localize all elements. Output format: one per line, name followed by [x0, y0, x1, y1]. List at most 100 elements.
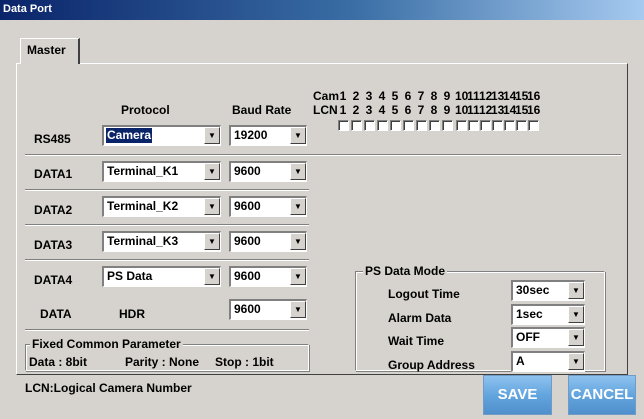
data1-label: DATA1 [34, 167, 73, 181]
ps-data-mode-title: PS Data Mode [363, 264, 448, 278]
data1-protocol-value: Terminal_K1 [107, 164, 179, 178]
cam-number: 14 [503, 89, 517, 103]
group-address-select[interactable]: A ▼ [511, 351, 585, 372]
group-address-value: A [516, 354, 525, 368]
lcn-checkbox[interactable] [442, 120, 453, 131]
chevron-down-icon[interactable]: ▼ [204, 233, 220, 250]
data4-baud-select[interactable]: 9600 ▼ [229, 266, 307, 287]
cam-number: 12 [479, 89, 493, 103]
lcn-checkbox[interactable] [364, 120, 375, 131]
hdr-baud-select[interactable]: 9600 ▼ [229, 299, 307, 320]
chevron-down-icon[interactable]: ▼ [290, 233, 306, 250]
lcn-number: 9 [443, 103, 451, 117]
save-button[interactable]: SAVE [483, 375, 552, 415]
chevron-down-icon[interactable]: ▼ [204, 268, 220, 285]
cancel-button[interactable]: CANCEL [568, 375, 636, 415]
data4-protocol-select[interactable]: PS Data ▼ [102, 266, 221, 287]
data2-label: DATA2 [34, 203, 73, 217]
data2-baud-select[interactable]: 9600 ▼ [229, 196, 307, 217]
rs485-baud-value: 19200 [234, 128, 268, 142]
data1-baud-value: 9600 [234, 164, 261, 178]
cam-number: 8 [430, 89, 438, 103]
data3-baud-select[interactable]: 9600 ▼ [229, 231, 307, 252]
window-title: Data Port [0, 0, 644, 20]
lcn-checkbox[interactable] [403, 120, 414, 131]
alarm-data-value: 1sec [516, 307, 543, 321]
lcn-checkbox[interactable] [468, 120, 479, 131]
chevron-down-icon[interactable]: ▼ [204, 127, 220, 144]
master-panel: Protocol Baud Rate Cam LCN RS485 Camera … [16, 63, 628, 375]
data2-protocol-value: Terminal_K2 [107, 199, 179, 213]
hdr-sublabel: HDR [119, 307, 145, 321]
baud-rate-header: Baud Rate [232, 103, 292, 117]
data3-protocol-select[interactable]: Terminal_K3 ▼ [102, 231, 221, 252]
chevron-down-icon[interactable]: ▼ [290, 301, 306, 318]
chevron-down-icon[interactable]: ▼ [204, 163, 220, 180]
lcn-checkbox[interactable] [377, 120, 388, 131]
lcn-number: 16 [527, 103, 541, 117]
chevron-down-icon[interactable]: ▼ [290, 163, 306, 180]
lcn-checkbox[interactable] [416, 120, 427, 131]
logout-time-label: Logout Time [388, 287, 460, 301]
data3-label: DATA3 [34, 238, 73, 252]
chevron-down-icon[interactable]: ▼ [290, 198, 306, 215]
lcn-checkbox[interactable] [456, 120, 467, 131]
lcn-checkbox[interactable] [429, 120, 440, 131]
data1-baud-select[interactable]: 9600 ▼ [229, 161, 307, 182]
lcn-checkbox[interactable] [338, 120, 349, 131]
fixed-stop-bits: Stop : 1bit [215, 355, 274, 369]
data4-label: DATA4 [34, 273, 73, 287]
cam-number: 9 [443, 89, 451, 103]
lcn-checkbox[interactable] [351, 120, 362, 131]
lcn-checkbox[interactable] [516, 120, 527, 131]
cam-number: 11 [467, 89, 480, 103]
cam-number: 15 [515, 89, 529, 103]
lcn-checkbox[interactable] [528, 120, 539, 131]
logout-time-value: 30sec [516, 283, 550, 297]
separator [25, 224, 309, 226]
lcn-number: 2 [352, 103, 360, 117]
rs485-baud-select[interactable]: 19200 ▼ [229, 125, 307, 146]
chevron-down-icon[interactable]: ▼ [568, 282, 584, 299]
lcn-checkbox[interactable] [504, 120, 515, 131]
chevron-down-icon[interactable]: ▼ [290, 268, 306, 285]
data1-protocol-select[interactable]: Terminal_K1 ▼ [102, 161, 221, 182]
rs485-protocol-value: Camera [106, 128, 153, 143]
wait-time-select[interactable]: OFF ▼ [511, 327, 585, 348]
data-hdr-label: DATA [40, 307, 72, 321]
separator [25, 259, 309, 261]
lcn-header: LCN [313, 103, 338, 117]
chevron-down-icon[interactable]: ▼ [290, 127, 306, 144]
data2-protocol-select[interactable]: Terminal_K2 ▼ [102, 196, 221, 217]
rs485-label: RS485 [34, 132, 71, 146]
alarm-data-select[interactable]: 1sec ▼ [511, 304, 585, 325]
lcn-number: 5 [391, 103, 399, 117]
cam-number: 4 [378, 89, 386, 103]
cam-number: 16 [527, 89, 541, 103]
lcn-checkbox[interactable] [480, 120, 491, 131]
cam-number: 1 [339, 89, 347, 103]
rs485-protocol-select[interactable]: Camera ▼ [102, 125, 221, 146]
cam-number: 13 [491, 89, 505, 103]
lcn-number: 4 [378, 103, 386, 117]
chevron-down-icon[interactable]: ▼ [568, 353, 584, 370]
lcn-number: 14 [503, 103, 517, 117]
lcn-number: 13 [491, 103, 505, 117]
wait-time-label: Wait Time [388, 334, 445, 348]
cam-header: Cam [313, 89, 340, 103]
cam-number: 7 [417, 89, 425, 103]
lcn-checkbox[interactable] [492, 120, 503, 131]
chevron-down-icon[interactable]: ▼ [568, 306, 584, 323]
logout-time-select[interactable]: 30sec ▼ [511, 280, 585, 301]
wait-time-value: OFF [516, 330, 540, 344]
cam-number: 5 [391, 89, 399, 103]
data4-baud-value: 9600 [234, 269, 261, 283]
chevron-down-icon[interactable]: ▼ [204, 198, 220, 215]
chevron-down-icon[interactable]: ▼ [568, 329, 584, 346]
tab-master[interactable]: Master [20, 38, 80, 64]
separator [25, 154, 621, 156]
cam-number: 2 [352, 89, 360, 103]
protocol-header: Protocol [121, 103, 170, 117]
lcn-checkbox[interactable] [390, 120, 401, 131]
lcn-number: 11 [467, 103, 480, 117]
